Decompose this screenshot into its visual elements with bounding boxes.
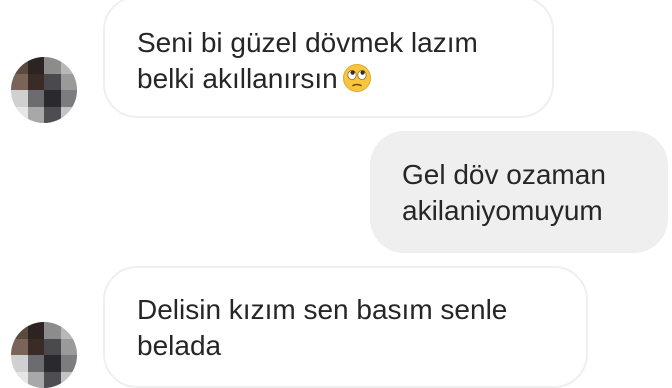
avatar-pixelated-image [11, 322, 77, 388]
message-text-segment: belki akıllanırsın [137, 63, 338, 94]
message-text-line: Seni bi güzel dövmek lazım [137, 27, 478, 58]
message-text-line: belada [137, 330, 222, 361]
message-thread: Seni bi güzel dövmek lazım belki akıllan… [0, 0, 672, 388]
face-with-rolling-eyes-icon [342, 64, 371, 92]
outgoing-message-bubble[interactable]: Gel döv ozaman akilaniyomuyum [370, 131, 668, 253]
message-text-line: akilaniyomuyum [402, 195, 603, 226]
avatar-pixelated-image [11, 57, 77, 123]
message-text-line: Delisin kızım sen basım senle [137, 294, 508, 325]
incoming-message-bubble[interactable]: Seni bi güzel dövmek lazım belki akıllan… [103, 0, 554, 118]
incoming-message-bubble[interactable]: Delisin kızım sen basım senle belada [103, 266, 588, 388]
message-text-line: belki akıllanırsın [137, 61, 552, 97]
sender-avatar[interactable] [11, 57, 77, 123]
message-text-line: Gel döv ozaman [402, 159, 606, 190]
sender-avatar[interactable] [11, 322, 77, 388]
